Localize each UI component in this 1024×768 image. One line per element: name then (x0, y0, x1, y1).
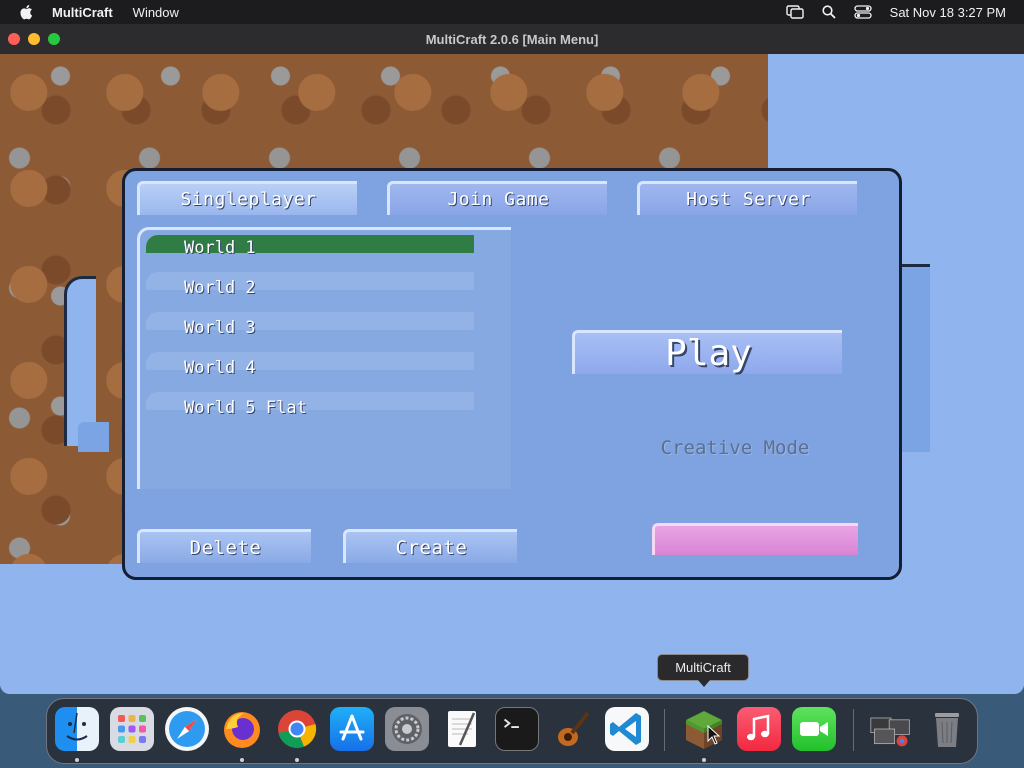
spotlight-search-icon[interactable] (822, 5, 836, 19)
dock-tooltip: MultiCraft (657, 654, 749, 687)
running-indicator (75, 758, 79, 762)
create-world-button[interactable]: Create (343, 529, 517, 563)
facetime-icon[interactable] (792, 707, 836, 751)
garageband-icon[interactable] (550, 707, 594, 751)
fullscreen-window-button[interactable] (48, 33, 60, 45)
main-menu-panel: Singleplayer Join Game Host Server World… (122, 168, 902, 580)
mouse-cursor-icon (707, 725, 721, 745)
vscode-icon[interactable] (605, 707, 649, 751)
menu-decoration-left-tab (78, 422, 109, 452)
running-indicator (702, 758, 706, 762)
window-titlebar[interactable]: MultiCraft 2.0.6 [Main Menu] (0, 24, 1024, 54)
finder-icon[interactable] (55, 707, 99, 751)
textedit-icon[interactable] (440, 707, 484, 751)
menubar-clock[interactable]: Sat Nov 18 3:27 PM (890, 5, 1006, 20)
pink-unlabeled-button[interactable] (652, 523, 858, 555)
world-name[interactable]: World 1 (184, 238, 256, 258)
screen-mirroring-icon[interactable] (785, 5, 804, 19)
running-indicator (295, 758, 299, 762)
menubar-window-menu[interactable]: Window (133, 5, 179, 20)
world-list[interactable]: World 1 World 2 World 3 World 4 World 5 … (137, 227, 511, 489)
world-name[interactable]: World 5 Flat (184, 398, 307, 418)
running-indicator (240, 758, 244, 762)
dock-separator (853, 709, 854, 751)
minimize-window-button[interactable] (28, 33, 40, 45)
app-store-icon[interactable] (330, 707, 374, 751)
window-title: MultiCraft 2.0.6 [Main Menu] (425, 31, 599, 47)
dock (46, 698, 978, 764)
terminal-icon[interactable] (495, 707, 539, 751)
apple-logo-icon[interactable] (18, 3, 36, 21)
tab-singleplayer[interactable]: Singleplayer (137, 181, 357, 215)
close-window-button[interactable] (8, 33, 20, 45)
sky-background (768, 54, 1024, 164)
window-controls (8, 33, 60, 45)
game-viewport: Singleplayer Join Game Host Server World… (0, 54, 1024, 694)
menu-decoration-right (898, 264, 930, 452)
chrome-icon[interactable] (275, 707, 319, 751)
system-settings-icon[interactable] (385, 707, 429, 751)
menubar-app-name[interactable]: MultiCraft (52, 5, 113, 20)
menu-bar: MultiCraft Window Sat Nov 18 3:27 PM (0, 0, 1024, 24)
trash-icon[interactable] (925, 707, 969, 751)
dock-separator (664, 709, 665, 751)
multicraft-window: MultiCraft 2.0.6 [Main Menu] Singleplaye… (0, 24, 1024, 694)
world-name[interactable]: World 2 (184, 278, 256, 298)
control-center-icon[interactable] (854, 5, 872, 19)
firefox-icon[interactable] (220, 707, 264, 751)
tab-join-game[interactable]: Join Game (387, 181, 607, 215)
safari-icon[interactable] (165, 707, 209, 751)
game-mode-label[interactable]: Creative Mode (625, 437, 845, 459)
delete-world-button[interactable]: Delete (137, 529, 311, 563)
menu-decoration-left (64, 276, 96, 446)
world-name[interactable]: World 3 (184, 318, 256, 338)
world-name[interactable]: World 4 (184, 358, 256, 378)
play-button[interactable]: Play (572, 330, 842, 374)
launchpad-icon[interactable] (110, 707, 154, 751)
downloads-stack-icon[interactable] (869, 707, 913, 751)
tab-host-server[interactable]: Host Server (637, 181, 857, 215)
music-icon[interactable] (737, 707, 781, 751)
